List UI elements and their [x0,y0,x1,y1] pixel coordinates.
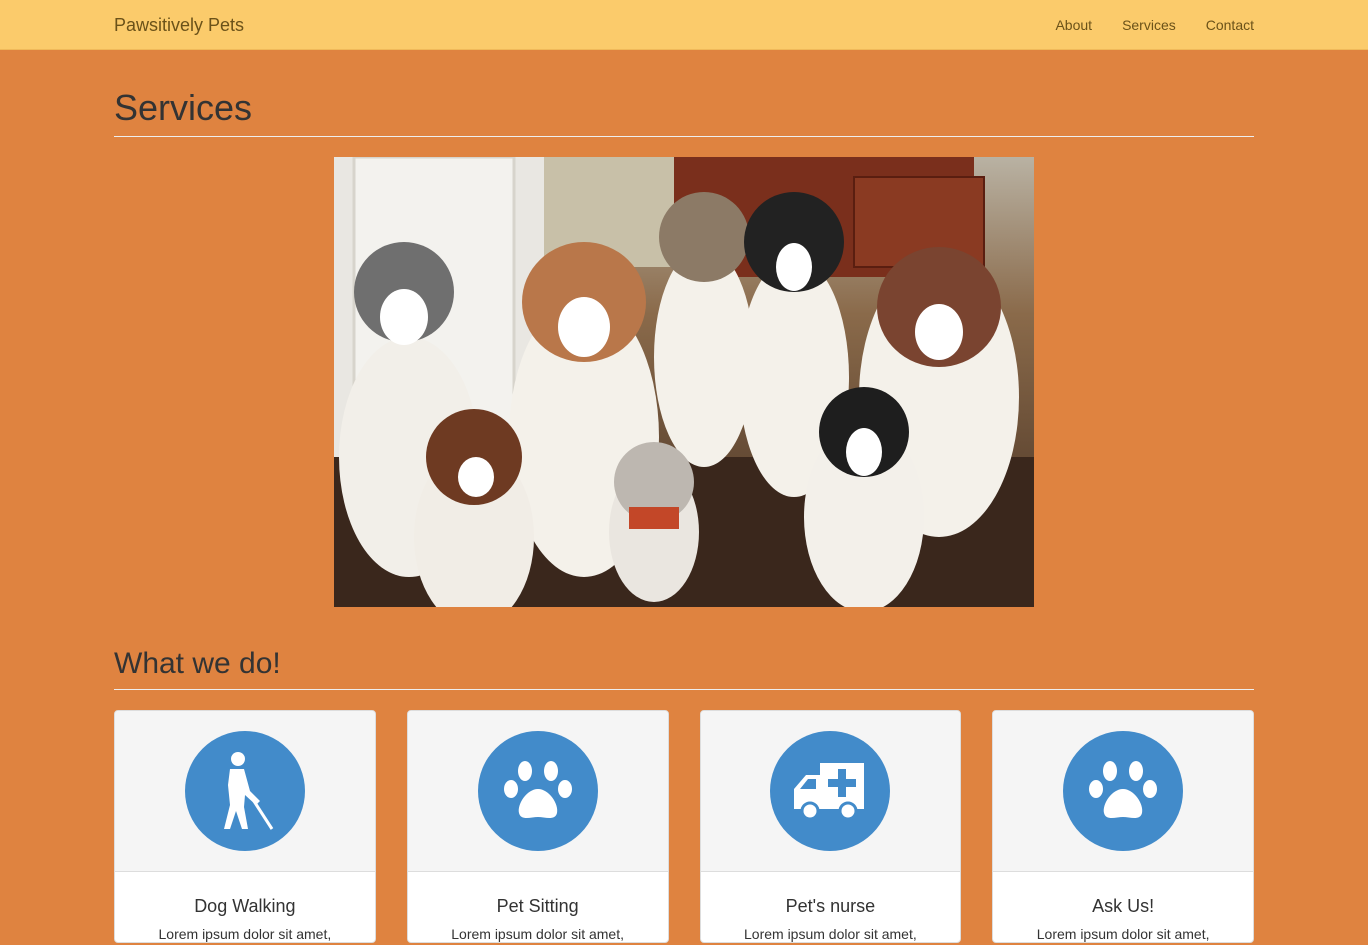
nav-link-contact[interactable]: Contact [1206,17,1254,33]
services-cards: Dog Walking Lorem ipsum dolor sit amet, [114,710,1254,943]
card-header [993,711,1253,872]
page-title: Services [114,88,1254,137]
icon-circle [770,731,891,851]
card-text: Lorem ipsum dolor sit amet, [1036,926,1210,942]
section-title: What we do! [114,647,1254,690]
card-text: Lorem ipsum dolor sit amet, [744,926,917,942]
paw-icon [503,761,572,818]
card-title: Dog Walking [194,896,296,916]
card-title: Pet Sitting [496,896,579,916]
card-header [700,711,961,872]
card-title: Ask Us! [1092,896,1155,916]
navbar-inner: Pawsitively Pets About Services Contact [114,0,1254,50]
card-body: Dog Walking Lorem ipsum dolor sit amet, [115,872,375,942]
icon-circle [1063,731,1184,851]
card-header [115,711,375,872]
service-card-ask-us: Ask Us! Lorem ipsum dolor sit amet, [992,710,1254,943]
card-body: Pet Sitting Lorem ipsum dolor sit amet, [408,872,668,942]
service-card-dog-walking: Dog Walking Lorem ipsum dolor sit amet, [114,710,376,943]
navbar: Pawsitively Pets About Services Contact [0,0,1368,50]
main-container: Services What we do! Dog Walking Lorem i… [114,88,1254,943]
card-body: Ask Us! Lorem ipsum dolor sit amet, [993,872,1253,942]
hero-image-dogs [334,157,1034,607]
brand-link[interactable]: Pawsitively Pets [114,15,244,36]
card-body: Pet's nurse Lorem ipsum dolor sit amet, [701,872,961,942]
icon-circle [184,731,305,851]
card-title: Pet's nurse [785,896,876,916]
service-card-pets-nurse: Pet's nurse Lorem ipsum dolor sit amet, [699,710,962,943]
nav-link-services[interactable]: Services [1122,17,1176,33]
blind-walker-icon [223,752,274,830]
card-header [407,711,668,872]
ambulance-icon [794,763,865,821]
card-text: Lorem ipsum dolor sit amet, [451,926,624,942]
dogs-photo-illustration [334,157,1034,607]
paw-icon [1089,761,1158,818]
card-text: Lorem ipsum dolor sit amet, [158,926,332,942]
icon-circle [477,731,598,851]
service-card-pet-sitting: Pet Sitting Lorem ipsum dolor sit amet, [406,710,669,943]
nav-links: About Services Contact [1055,17,1254,33]
nav-link-about[interactable]: About [1055,17,1092,33]
